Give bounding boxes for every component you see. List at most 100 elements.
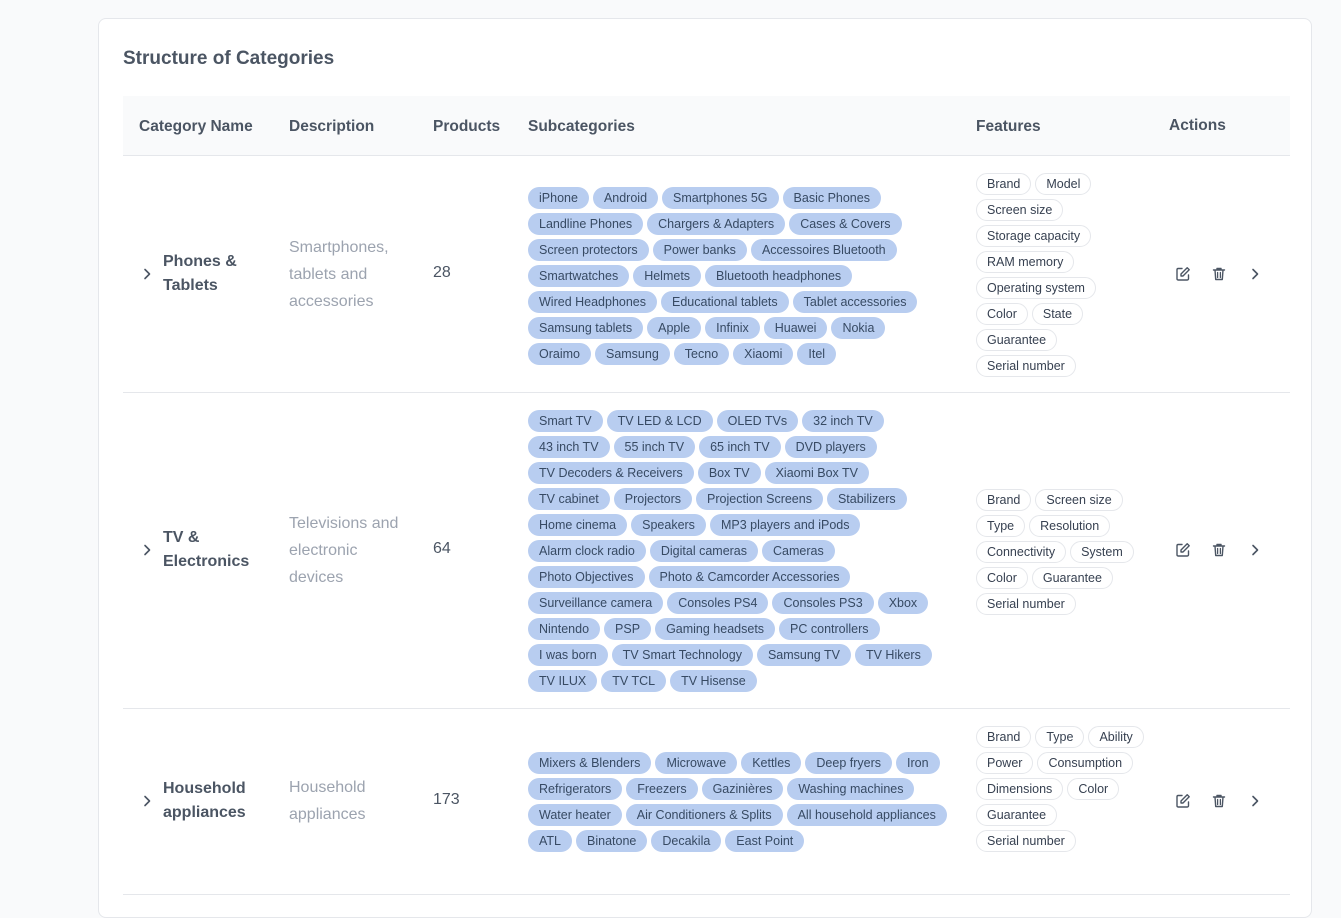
subcategory-chip[interactable]: I was born — [528, 644, 608, 666]
subcategory-chip[interactable]: Samsung tablets — [528, 317, 644, 339]
subcategory-chip[interactable]: 55 inch TV — [613, 436, 696, 458]
subcategory-chip[interactable]: Basic Phones — [782, 187, 881, 209]
subcategory-chip[interactable]: Alarm clock radio — [528, 540, 646, 562]
subcategory-chip[interactable]: Kettles — [741, 752, 802, 774]
subcategory-chip[interactable]: Samsung TV — [756, 644, 851, 666]
subcategory-chip[interactable]: Mixers & Blenders — [528, 752, 652, 774]
subcategory-list: iPhone Android Smartphones 5G Basic Phones L… — [528, 187, 948, 365]
subcategory-chip[interactable]: Oraimo — [528, 343, 591, 365]
subcategory-chip[interactable]: Photo & Camcorder Accessories — [648, 566, 851, 588]
subcategory-chip[interactable]: Smartwatches — [528, 265, 630, 287]
subcategory-chip[interactable]: 32 inch TV — [802, 410, 884, 432]
trash-icon[interactable] — [1209, 540, 1229, 560]
feature-tag: Type — [976, 515, 1026, 537]
subcategory-chip[interactable]: Consoles PS4 — [667, 592, 769, 614]
subcategory-chip[interactable]: TV Hikers — [854, 644, 932, 666]
subcategory-chip[interactable]: TV TCL — [601, 670, 667, 692]
subcategory-chip[interactable]: Washing machines — [787, 778, 915, 800]
subcategory-chip[interactable]: Projection Screens — [696, 488, 823, 510]
header-description[interactable]: Description — [289, 96, 374, 155]
subcategory-chip[interactable]: Photo Objectives — [528, 566, 645, 588]
edit-icon[interactable] — [1173, 791, 1193, 811]
subcategory-chip[interactable]: Wired Headphones — [528, 291, 658, 313]
subcategory-chip[interactable]: iPhone — [528, 187, 589, 209]
subcategory-chip[interactable]: Infinix — [705, 317, 760, 339]
subcategory-chip[interactable]: PC controllers — [779, 618, 880, 640]
subcategory-chip[interactable]: Power banks — [652, 239, 747, 261]
subcategory-chip[interactable]: Huawei — [763, 317, 828, 339]
chevron-right-icon[interactable] — [1245, 540, 1265, 560]
subcategory-chip[interactable]: Projectors — [613, 488, 693, 510]
chevron-right-icon[interactable] — [1245, 264, 1265, 284]
subcategory-chip[interactable]: Stabilizers — [826, 488, 907, 510]
subcategory-chip[interactable]: Landline Phones — [528, 213, 644, 235]
subcategory-chip[interactable]: 65 inch TV — [699, 436, 781, 458]
subcategory-chip[interactable]: Freezers — [626, 778, 698, 800]
subcategory-chip[interactable]: Screen protectors — [528, 239, 649, 261]
subcategory-chip[interactable]: Binatone — [576, 830, 648, 852]
subcategory-chip[interactable]: All household appliances — [786, 804, 947, 826]
subcategory-chip[interactable]: Box TV — [697, 462, 761, 484]
subcategory-chip[interactable]: TV Smart Technology — [611, 644, 753, 666]
subcategory-chip[interactable]: East Point — [725, 830, 805, 852]
subcategory-chip[interactable]: Apple — [647, 317, 702, 339]
subcategory-chip[interactable]: Surveillance camera — [528, 592, 664, 614]
subcategory-chip[interactable]: Smart TV — [528, 410, 603, 432]
subcategory-chip[interactable]: Decakila — [651, 830, 722, 852]
subcategory-chip[interactable]: Microwave — [655, 752, 738, 774]
subcategory-chip[interactable]: Educational tablets — [661, 291, 789, 313]
subcategory-chip[interactable]: Xiaomi — [733, 343, 794, 365]
trash-icon[interactable] — [1209, 791, 1229, 811]
subcategory-chip[interactable]: Consoles PS3 — [772, 592, 874, 614]
subcategory-chip[interactable]: Samsung — [594, 343, 670, 365]
subcategory-chip[interactable]: Chargers & Adapters — [647, 213, 786, 235]
subcategory-chip[interactable]: Gazinières — [701, 778, 784, 800]
subcategory-chip[interactable]: Air Conditioners & Splits — [625, 804, 783, 826]
subcategory-chip[interactable]: Iron — [896, 752, 940, 774]
trash-icon[interactable] — [1209, 264, 1229, 284]
header-subcategories[interactable]: Subcategories — [528, 96, 635, 155]
chevron-right-icon[interactable] — [139, 793, 155, 809]
subcategory-chip[interactable]: Smartphones 5G — [662, 187, 779, 209]
subcategory-chip[interactable]: Xbox — [877, 592, 929, 614]
chevron-right-icon[interactable] — [139, 266, 155, 282]
subcategory-chip[interactable]: Refrigerators — [528, 778, 623, 800]
subcategory-chip[interactable]: ATL — [528, 830, 572, 852]
subcategory-chip[interactable]: MP3 players and iPods — [709, 514, 861, 536]
subcategory-chip[interactable]: Water heater — [528, 804, 622, 826]
subcategory-chip[interactable]: TV cabinet — [528, 488, 610, 510]
chevron-right-icon[interactable] — [1245, 791, 1265, 811]
chevron-right-icon[interactable] — [139, 542, 155, 558]
edit-icon[interactable] — [1173, 264, 1193, 284]
subcategory-chip[interactable]: PSP — [604, 618, 652, 640]
subcategory-chip[interactable]: TV Decoders & Receivers — [528, 462, 694, 484]
subcategory-chip[interactable]: Home cinema — [528, 514, 628, 536]
header-features[interactable]: Features — [976, 96, 1041, 155]
feature-list: Brand Type Ability Power Consumption Dimensio… — [976, 726, 1146, 852]
subcategory-chip[interactable]: Accessoires Bluetooth — [750, 239, 897, 261]
edit-icon[interactable] — [1173, 540, 1193, 560]
subcategory-chip[interactable]: DVD players — [784, 436, 877, 458]
header-category-name[interactable]: Category Name — [139, 96, 253, 155]
subcategory-chip[interactable]: TV ILUX — [528, 670, 598, 692]
subcategory-chip[interactable]: Gaming headsets — [655, 618, 776, 640]
subcategory-chip[interactable]: Tablet accessories — [792, 291, 918, 313]
subcategory-chip[interactable]: TV LED & LCD — [606, 410, 713, 432]
subcategory-chip[interactable]: Android — [592, 187, 659, 209]
header-products[interactable]: Products — [433, 96, 500, 155]
subcategory-chip[interactable]: Tecno — [673, 343, 730, 365]
subcategory-chip[interactable]: 43 inch TV — [528, 436, 610, 458]
subcategory-chip[interactable]: Nokia — [831, 317, 886, 339]
subcategory-chip[interactable]: Xiaomi Box TV — [764, 462, 870, 484]
subcategory-chip[interactable]: Cameras — [762, 540, 835, 562]
subcategory-chip[interactable]: Nintendo — [528, 618, 601, 640]
subcategory-chip[interactable]: OLED TVs — [716, 410, 799, 432]
subcategory-chip[interactable]: Itel — [797, 343, 837, 365]
subcategory-chip[interactable]: Digital cameras — [649, 540, 759, 562]
subcategory-chip[interactable]: Cases & Covers — [789, 213, 902, 235]
subcategory-chip[interactable]: Helmets — [633, 265, 702, 287]
subcategory-chip[interactable]: Bluetooth headphones — [705, 265, 853, 287]
subcategory-chip[interactable]: Deep fryers — [805, 752, 893, 774]
subcategory-chip[interactable]: Speakers — [631, 514, 706, 536]
subcategory-chip[interactable]: TV Hisense — [670, 670, 757, 692]
